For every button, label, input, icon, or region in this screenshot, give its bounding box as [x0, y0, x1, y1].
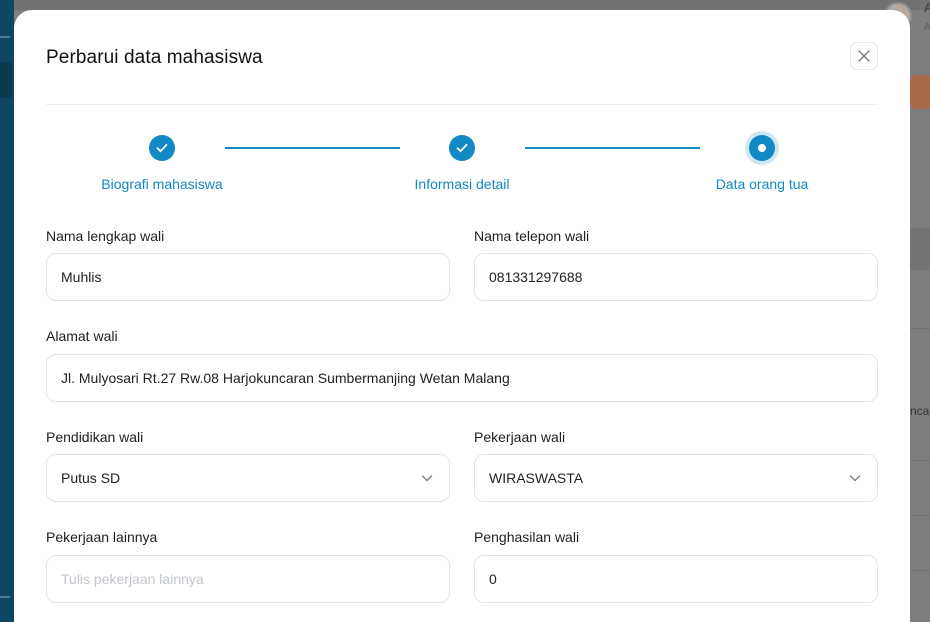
sidebar-active-item	[0, 62, 12, 98]
step-biografi-mahasiswa[interactable]: Biografi mahasiswa	[101, 176, 222, 192]
background-table-row	[910, 570, 930, 571]
pekerjaan-wali-select[interactable]: WIRASWASTA	[474, 454, 878, 502]
dot-icon	[758, 144, 766, 152]
alamat-wali-value: Jl. Mulyosari Rt.27 Rw.08 Harjokuncaran …	[61, 370, 510, 386]
pekerjaan-lainnya-input[interactable]: Tulis pekerjaan lainnya	[46, 555, 450, 603]
step-connector	[525, 147, 700, 149]
background-table-row	[910, 460, 930, 461]
background-user-role: A	[924, 22, 930, 33]
nama-lengkap-wali-value: Muhlis	[61, 269, 102, 285]
background-user-name: A	[924, 0, 930, 15]
chevron-down-icon	[849, 475, 861, 482]
pekerjaan-lainnya-placeholder: Tulis pekerjaan lainnya	[61, 571, 204, 587]
close-button[interactable]	[850, 42, 878, 70]
pekerjaan-wali-label: Pekerjaan wali	[474, 429, 566, 445]
check-icon	[456, 143, 468, 153]
background-table-header	[910, 228, 930, 270]
nama-lengkap-wali-label: Nama lengkap wali	[46, 228, 165, 244]
penghasilan-wali-input[interactable]: 0	[474, 555, 878, 603]
background-sidebar	[0, 0, 14, 622]
pekerjaan-wali-value: WIRASWASTA	[489, 470, 584, 486]
pekerjaan-lainnya-label: Pekerjaan lainnya	[46, 529, 158, 545]
nama-lengkap-wali-input[interactable]: Muhlis	[46, 253, 450, 301]
nama-telepon-wali-label: Nama telepon wali	[474, 228, 590, 244]
background-topbar	[14, 0, 930, 10]
step-data-orang-tua[interactable]: Data orang tua	[716, 176, 809, 192]
background-table-row	[910, 515, 930, 516]
check-icon	[156, 143, 168, 153]
alamat-wali-label: Alamat wali	[46, 328, 118, 344]
step-2-indicator	[449, 135, 475, 161]
background-action-button	[910, 75, 930, 109]
chevron-down-icon	[421, 475, 433, 482]
step-1-indicator	[149, 135, 175, 161]
step-connector	[225, 147, 400, 149]
sidebar-glyph	[0, 596, 10, 598]
header-divider	[46, 104, 878, 105]
step-informasi-detail[interactable]: Informasi detail	[415, 176, 510, 192]
modal-title: Perbarui data mahasiswa	[46, 47, 263, 68]
nama-telepon-wali-value: 081331297688	[489, 269, 583, 285]
background-table-cell: ncar	[910, 404, 930, 418]
sidebar-glyph	[0, 36, 10, 38]
penghasilan-wali-value: 0	[489, 571, 497, 587]
alamat-wali-input[interactable]: Jl. Mulyosari Rt.27 Rw.08 Harjokuncaran …	[46, 354, 878, 402]
pendidikan-wali-value: Putus SD	[61, 470, 121, 486]
update-student-modal: Perbarui data mahasiswa Biografi mahasis…	[14, 10, 910, 622]
close-icon	[858, 50, 870, 62]
nama-telepon-wali-input[interactable]: 081331297688	[474, 253, 878, 301]
pendidikan-wali-select[interactable]: Putus SD	[46, 454, 450, 502]
penghasilan-wali-label: Penghasilan wali	[474, 529, 580, 545]
step-3-indicator	[749, 135, 775, 161]
pendidikan-wali-label: Pendidikan wali	[46, 429, 144, 445]
background-table-row	[910, 328, 930, 329]
